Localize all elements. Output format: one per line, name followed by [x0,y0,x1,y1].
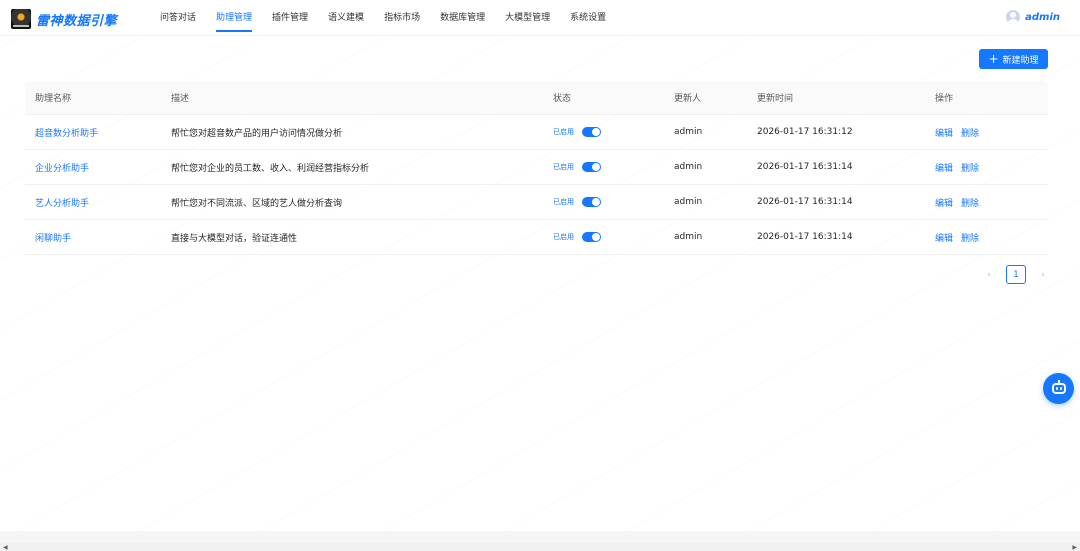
updater: admin [674,127,703,137]
new-assistant-button[interactable]: + 新建助理 [979,49,1048,69]
col-desc: 描述 [171,94,190,104]
updater: admin [674,162,703,172]
status-toggle[interactable] [582,197,601,207]
status-text: 已启用 [553,128,574,136]
edit-button[interactable]: 编辑 [935,199,953,209]
assistant-desc: 直接与大模型对话，验证连通性 [171,233,298,244]
brand-title: 雷神数据引擎 [36,14,118,29]
new-assistant-label: 新建助理 [1002,55,1039,66]
delete-button[interactable]: 删除 [961,129,979,139]
top-header: 雷神数据引擎 问答对话 助理管理 插件管理 语义建模 指标市场 数据库管理 大模… [0,0,1080,36]
nav-item-semantic-model[interactable]: 语义建模 [328,0,364,36]
delete-button[interactable]: 删除 [961,199,979,209]
update-time: 2026-01-17 16:31:14 [757,197,853,207]
scroll-right-icon[interactable]: ▶ [1072,544,1077,551]
table-row: 企业分析助手 帮忙您对企业的员工数、收入、利润经营指标分析 已启用 admin … [25,150,1048,185]
edit-button[interactable]: 编辑 [935,234,953,244]
col-actions: 操作 [935,94,954,104]
nav-item-settings[interactable]: 系统设置 [570,0,606,36]
status-text: 已启用 [553,163,574,171]
table-row: 闲聊助手 直接与大模型对话，验证连通性 已启用 admin 2026-01-17… [25,220,1048,255]
horizontal-scrollbar[interactable]: ◀ ▶ [0,543,1080,551]
col-updater: 更新人 [674,94,702,104]
status-toggle[interactable] [582,232,601,242]
table-row: 艺人分析助手 帮忙您对不同流派、区域的艺人做分析查询 已启用 admin 202… [25,185,1048,220]
assistant-desc: 帮忙您对不同流派、区域的艺人做分析查询 [171,198,343,209]
chevron-right-icon[interactable]: › [1037,270,1049,280]
nav-item-assistant[interactable]: 助理管理 [216,0,253,36]
nav-item-database[interactable]: 数据库管理 [440,0,485,36]
nav-item-plugin[interactable]: 插件管理 [272,0,308,36]
assistant-name-link[interactable]: 艺人分析助手 [35,199,89,209]
assistant-name-link[interactable]: 企业分析助手 [35,164,89,174]
nav-item-llm[interactable]: 大模型管理 [505,0,550,36]
nav-item-qa[interactable]: 问答对话 [160,0,196,36]
status-text: 已启用 [553,233,574,241]
assistant-table: 助理名称 描述 状态 更新人 更新时间 操作 超音数分析助手 帮忙您对超音数产品… [25,81,1048,255]
col-name: 助理名称 [35,94,72,104]
status-text: 已启用 [553,198,574,206]
robot-icon [1051,380,1066,394]
status-toggle[interactable] [582,162,601,172]
logo-icon [11,9,31,29]
scroll-left-icon[interactable]: ◀ [3,544,8,551]
page-number[interactable]: 1 [1006,265,1026,284]
table-row: 超音数分析助手 帮忙您对超音数产品的用户访问情况做分析 已启用 admin 20… [25,115,1048,150]
user-menu[interactable]: admin [1006,10,1060,24]
table-header: 助理名称 描述 状态 更新人 更新时间 操作 [25,81,1048,115]
assistant-name-link[interactable]: 闲聊助手 [35,234,71,244]
assistant-desc: 帮忙您对超音数产品的用户访问情况做分析 [171,128,343,139]
username: admin [1025,11,1060,23]
delete-button[interactable]: 删除 [961,234,979,244]
main-nav: 问答对话 助理管理 插件管理 语义建模 指标市场 数据库管理 大模型管理 系统设… [160,0,626,36]
col-status: 状态 [553,94,572,104]
update-time: 2026-01-17 16:31:12 [757,127,853,137]
plus-icon: + [988,52,999,66]
col-update-time: 更新时间 [757,94,794,104]
assistant-desc: 帮忙您对企业的员工数、收入、利润经营指标分析 [171,163,370,174]
assistant-name-link[interactable]: 超音数分析助手 [35,129,98,139]
edit-button[interactable]: 编辑 [935,164,953,174]
assistant-bot-button[interactable] [1043,373,1074,404]
pagination: ‹ 1 › [983,265,1049,284]
status-toggle[interactable] [582,127,601,137]
updater: admin [674,197,703,207]
edit-button[interactable]: 编辑 [935,129,953,139]
update-time: 2026-01-17 16:31:14 [757,232,853,242]
delete-button[interactable]: 删除 [961,164,979,174]
nav-item-metric-market[interactable]: 指标市场 [384,0,420,36]
update-time: 2026-01-17 16:31:14 [757,162,853,172]
avatar-icon [1006,10,1021,24]
updater: admin [674,232,703,242]
chevron-left-icon[interactable]: ‹ [983,270,995,280]
footer-bar [0,531,1080,543]
